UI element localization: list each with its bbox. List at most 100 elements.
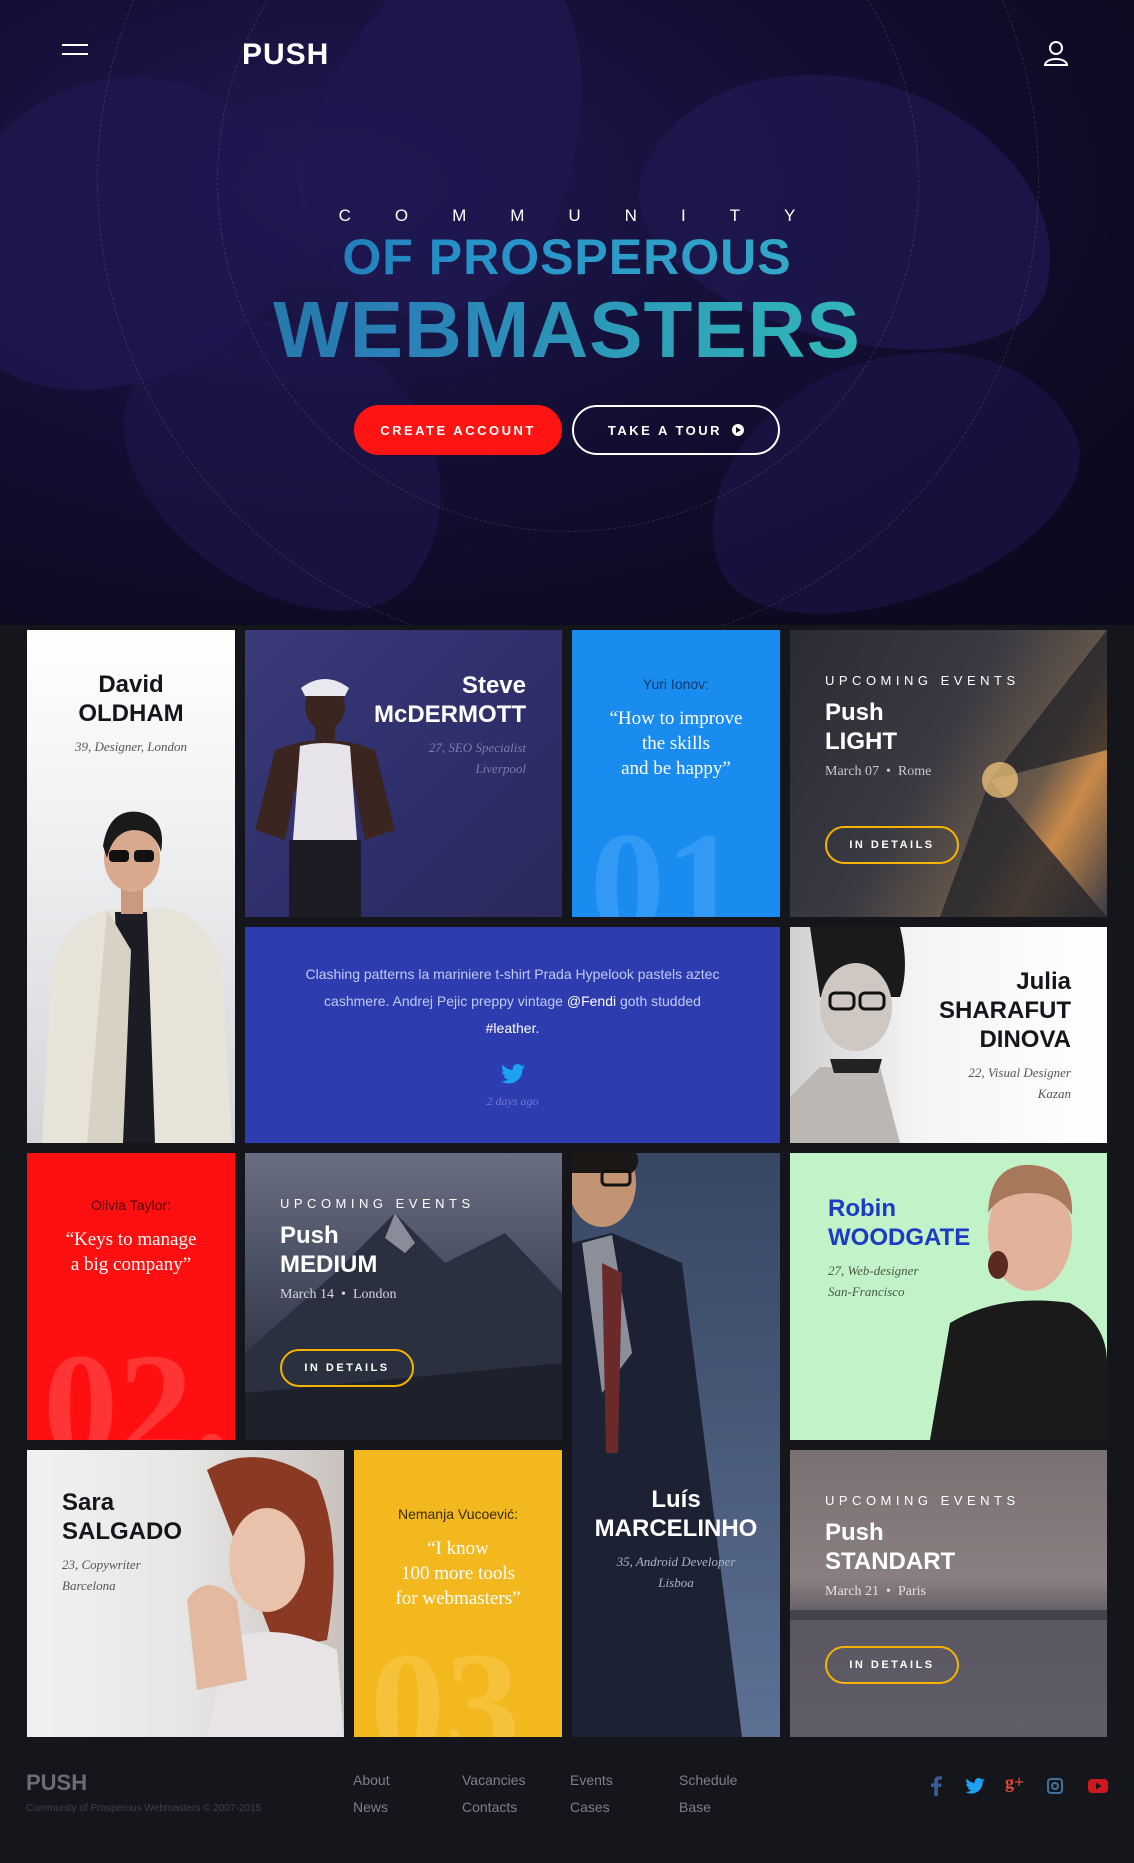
event-push: Push bbox=[825, 1519, 884, 1546]
profile-card-robin[interactable]: Robin WOODGATE 27, Web-designer San-Fran… bbox=[790, 1153, 1107, 1440]
event-card-light[interactable]: UPCOMING EVENTS Push LIGHT March 07 • Ro… bbox=[790, 630, 1107, 917]
tweet-text-fragment: goth studded bbox=[616, 993, 701, 1009]
facebook-icon[interactable] bbox=[930, 1776, 942, 1796]
profile-meta-role: 35, Android Developer bbox=[616, 1554, 736, 1569]
footer-link-vacancies[interactable]: Vacancies bbox=[462, 1772, 526, 1788]
quote-line: 100 more tools bbox=[401, 1563, 515, 1584]
profile-card-julia[interactable]: Julia SHARAFUT DINOVA 22, Visual Designe… bbox=[790, 927, 1107, 1143]
tweet-hashtag[interactable]: #leather. bbox=[245, 1015, 780, 1042]
quote-author: Olivia Taylor: bbox=[91, 1197, 171, 1213]
event-label: UPCOMING EVENTS bbox=[280, 1196, 475, 1211]
event-push: Push bbox=[280, 1222, 339, 1249]
profile-meta: 39, Designer, London bbox=[75, 739, 187, 754]
event-card-standart[interactable]: UPCOMING EVENTS Push STANDART March 21 •… bbox=[790, 1450, 1107, 1737]
create-account-button[interactable]: CREATE ACCOUNT bbox=[354, 405, 562, 455]
event-label: UPCOMING EVENTS bbox=[825, 1493, 1020, 1508]
user-icon[interactable] bbox=[1044, 40, 1068, 66]
quote-line: “How to improve bbox=[609, 708, 743, 729]
tweet-handle[interactable]: @Fendi bbox=[567, 993, 616, 1009]
in-details-button[interactable]: IN DETAILS bbox=[825, 1646, 959, 1684]
footer-link-news[interactable]: News bbox=[353, 1799, 388, 1815]
footer-logo[interactable]: PUSH bbox=[26, 1770, 87, 1796]
twitter-icon bbox=[501, 1064, 525, 1084]
event-label: UPCOMING EVENTS bbox=[825, 673, 1020, 688]
youtube-icon[interactable] bbox=[1088, 1779, 1108, 1793]
person-photo bbox=[187, 1457, 344, 1737]
tweet-text: Clashing patterns la mariniere t-shirt P… bbox=[245, 961, 780, 1042]
profile-last-name: OLDHAM bbox=[78, 700, 184, 727]
quote-line: “I know bbox=[427, 1538, 489, 1559]
create-account-label: CREATE ACCOUNT bbox=[380, 422, 536, 438]
profile-card-david[interactable]: David OLDHAM 39, Designer, London bbox=[27, 630, 235, 1143]
quote-card-03[interactable]: Nemanja Vucoević: “I know 100 more tools… bbox=[354, 1450, 562, 1737]
instagram-icon[interactable] bbox=[1047, 1778, 1063, 1794]
in-details-label: IN DETAILS bbox=[304, 1362, 390, 1374]
hero-title-line1: OF PROSPEROUS bbox=[0, 228, 1134, 286]
profile-last-name: SHARAFUT bbox=[939, 997, 1071, 1024]
quote-line: a big company” bbox=[70, 1254, 192, 1275]
profile-first-name: Robin bbox=[828, 1195, 896, 1222]
quote-line: for webmasters” bbox=[395, 1588, 521, 1609]
profile-first-name: David bbox=[98, 671, 164, 698]
quote-card-01[interactable]: Yuri Ionov: “How to improve the skills a… bbox=[572, 630, 780, 917]
footer-link-base[interactable]: Base bbox=[679, 1799, 711, 1815]
profile-first-name: Steve bbox=[461, 672, 526, 699]
event-date: March 07 bbox=[825, 764, 880, 779]
person-photo bbox=[790, 927, 905, 1143]
profile-last-name: SALGADO bbox=[62, 1518, 182, 1545]
hamburger-menu-icon[interactable] bbox=[62, 44, 88, 58]
footer-link-about[interactable]: About bbox=[353, 1772, 390, 1788]
in-details-button[interactable]: IN DETAILS bbox=[825, 826, 959, 864]
event-date-line: March 07 • Rome bbox=[825, 764, 932, 779]
person-photo bbox=[930, 1164, 1107, 1440]
profile-first-name: Luís bbox=[651, 1486, 701, 1513]
profile-meta-city: Liverpool bbox=[475, 761, 526, 776]
profile-last-name: MARCELINHO bbox=[594, 1515, 758, 1542]
play-icon bbox=[732, 424, 745, 436]
take-tour-label: TAKE A TOUR bbox=[607, 422, 723, 438]
profile-card-steve[interactable]: Steve McDERMOTT 27, SEO Specialist Liver… bbox=[245, 630, 562, 917]
profile-meta-city: Barcelona bbox=[62, 1578, 116, 1593]
tweet-time: 2 days ago bbox=[486, 1094, 539, 1108]
profile-meta-role: 23, Copywriter bbox=[62, 1557, 141, 1572]
person-photo bbox=[42, 811, 232, 1143]
quote-line: “Keys to manage bbox=[65, 1229, 197, 1250]
tweet-line: cashmere. Andrej Pejic preppy vintage @F… bbox=[245, 988, 780, 1015]
profile-meta-city: San-Francisco bbox=[828, 1284, 905, 1299]
hero-kicker: COMMUNITY bbox=[338, 206, 840, 225]
profile-last-name: McDERMOTT bbox=[374, 701, 526, 728]
hero-section: PUSH COMMUNITY OF PROSPEROUS WEBMASTERS … bbox=[0, 0, 1134, 625]
quote-line: and be happy” bbox=[621, 758, 731, 779]
profile-card-luis[interactable]: Luís MARCELINHO 35, Android Developer Li… bbox=[572, 1153, 780, 1737]
quote-number: 02. bbox=[43, 1323, 231, 1440]
profile-meta-role: 27, SEO Specialist bbox=[428, 740, 526, 755]
profile-last-name: WOODGATE bbox=[828, 1224, 971, 1251]
tweet-line: Clashing patterns la mariniere t-shirt P… bbox=[305, 966, 720, 982]
quote-author: Yuri Ionov: bbox=[642, 676, 710, 692]
twitter-footer-icon[interactable] bbox=[965, 1778, 985, 1794]
event-city: London bbox=[352, 1287, 397, 1302]
footer-link-contacts[interactable]: Contacts bbox=[462, 1799, 517, 1815]
in-details-label: IN DETAILS bbox=[849, 839, 935, 851]
footer-link-schedule[interactable]: Schedule bbox=[679, 1772, 737, 1788]
footer-link-cases[interactable]: Cases bbox=[570, 1799, 610, 1815]
event-date: March 14 bbox=[280, 1287, 335, 1302]
profile-first-name: Julia bbox=[1016, 968, 1071, 995]
profile-card-sara[interactable]: Sara SALGADO 23, Copywriter Barcelona bbox=[27, 1450, 344, 1737]
take-tour-button[interactable]: TAKE A TOUR bbox=[572, 405, 780, 455]
tweet-card[interactable]: Clashing patterns la mariniere t-shirt P… bbox=[245, 927, 780, 1143]
event-card-medium[interactable]: UPCOMING EVENTS Push MEDIUM March 14 • L… bbox=[245, 1153, 562, 1440]
event-city: Rome bbox=[897, 764, 932, 779]
footer-link-events[interactable]: Events bbox=[570, 1772, 613, 1788]
logo[interactable]: PUSH bbox=[242, 38, 329, 72]
quote-line: the skills bbox=[641, 733, 711, 754]
tweet-text-fragment: cashmere. Andrej Pejic preppy vintage bbox=[324, 993, 567, 1009]
in-details-label: IN DETAILS bbox=[849, 1659, 935, 1671]
google-plus-icon[interactable]: g+ bbox=[1005, 1772, 1024, 1793]
quote-card-02[interactable]: Olivia Taylor: “Keys to manage a big com… bbox=[27, 1153, 235, 1440]
event-push: Push bbox=[825, 699, 884, 726]
event-name: LIGHT bbox=[825, 728, 897, 755]
event-name: STANDART bbox=[825, 1548, 956, 1575]
in-details-button[interactable]: IN DETAILS bbox=[280, 1349, 414, 1387]
profile-first-name: Sara bbox=[62, 1489, 115, 1516]
